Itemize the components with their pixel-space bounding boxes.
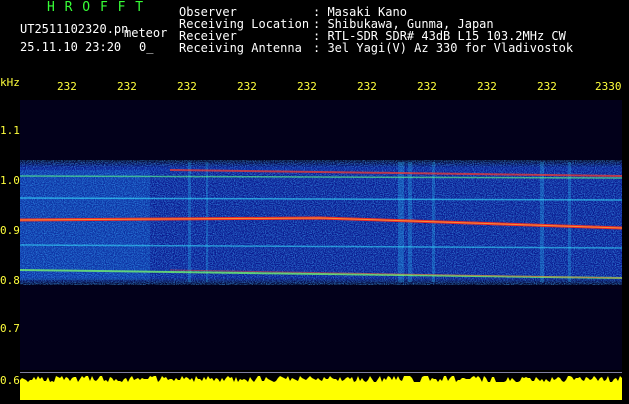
signal-power-trace	[20, 374, 622, 400]
y-tick: 0.9	[0, 224, 20, 237]
app-title: H R O F F T	[47, 0, 145, 15]
antenna-label: Receiving Antenna	[179, 41, 302, 55]
y-tick: 0.8	[0, 274, 20, 287]
datetime-label: 25.11.10 23:20	[20, 40, 122, 54]
x-tick: 2330	[595, 80, 622, 93]
y-axis-unit: kHz	[0, 76, 20, 89]
x-tick: 232	[177, 80, 197, 93]
spectrogram-svg	[20, 160, 622, 285]
power-trace-peaks	[20, 376, 622, 400]
x-tick: 232	[357, 80, 377, 93]
meteor-label: meteor	[124, 26, 168, 40]
antenna-value: : 3el Yagi(V) Az 330 for Vladivostok	[313, 41, 574, 55]
y-tick: 1.0	[0, 174, 20, 187]
x-tick: 232	[417, 80, 437, 93]
spectrogram-plot	[20, 100, 622, 370]
y-tick: 0.6	[0, 374, 20, 387]
x-tick: 232	[57, 80, 77, 93]
x-tick: 232	[297, 80, 317, 93]
baseline-axis	[20, 372, 622, 373]
x-tick: 232	[537, 80, 557, 93]
filename-label: UT2511102320.pn	[20, 22, 129, 36]
x-tick: 232	[237, 80, 257, 93]
x-tick: 232	[117, 80, 137, 93]
y-tick: 1.1	[0, 124, 20, 137]
power-trace-svg	[20, 376, 622, 400]
meteor-count: 0_	[139, 40, 154, 54]
noise-bright-left	[20, 170, 150, 280]
y-tick: 0.7	[0, 322, 20, 335]
x-tick: 232	[477, 80, 497, 93]
